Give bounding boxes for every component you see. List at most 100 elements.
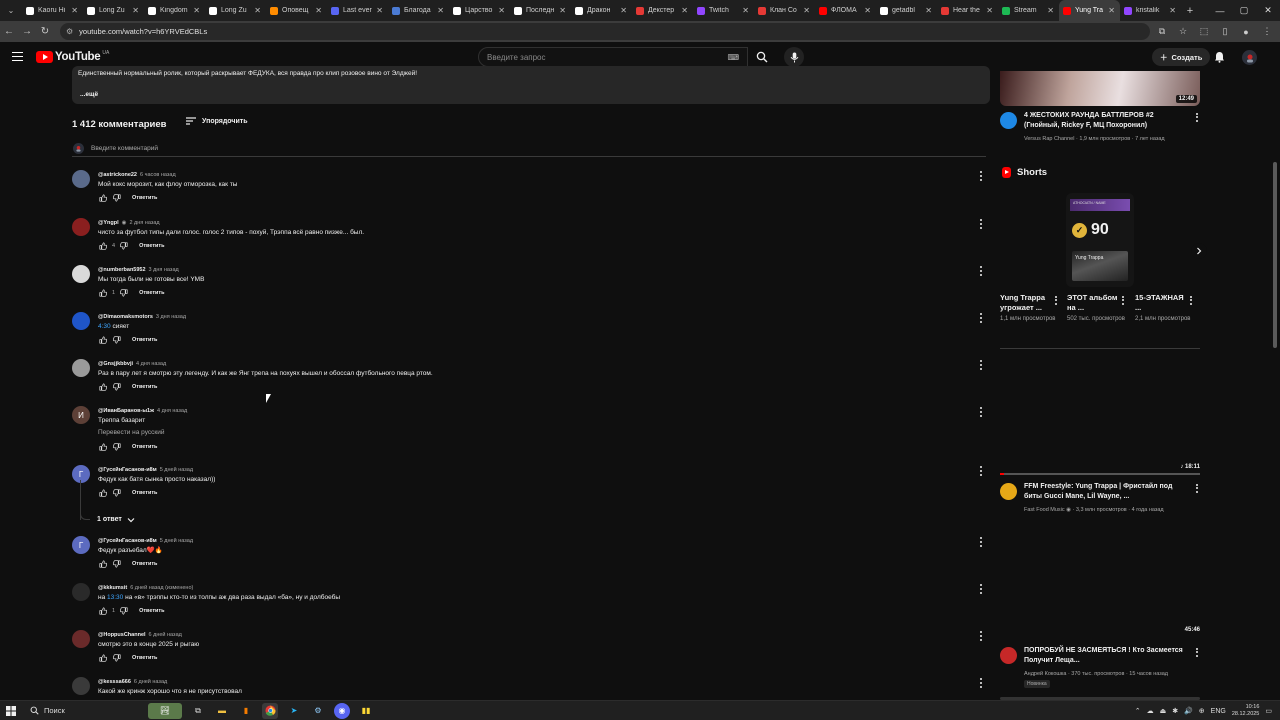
tab-close-icon[interactable]: ✕ [681,6,688,15]
hamburger-menu-icon[interactable] [12,52,23,61]
back-icon[interactable]: ← [0,21,18,42]
profile-icon[interactable]: ● [1237,27,1255,37]
network-icon[interactable]: ⊕ [1199,707,1205,715]
notification-center-icon[interactable]: ▭ [1265,707,1272,715]
comment-author[interactable]: @ГусейнГасанов-и8м [98,538,157,544]
taskbar-search[interactable]: Поиск [24,703,124,719]
like-icon[interactable] [98,193,108,203]
tab-close-icon[interactable]: ✕ [437,6,444,15]
commenter-avatar[interactable] [72,359,90,377]
commenter-avatar[interactable] [72,630,90,648]
bookmark-star-icon[interactable]: ☆ [1174,26,1192,37]
comment-author[interactable]: @numberban5952 [98,267,146,273]
short-item[interactable]: Yung Trappa угрожает ... 1,1 млн просмотр… [1000,293,1062,324]
comment-author[interactable]: @kesssa666 [98,679,131,685]
reply-button[interactable]: Ответить [132,337,157,343]
comment-menu-icon[interactable] [978,359,984,371]
dislike-icon[interactable] [112,559,122,569]
timestamp-link[interactable]: 13:30 [107,594,123,601]
new-tab-button[interactable]: + [1181,5,1199,17]
reply-button[interactable]: Ответить [132,384,157,390]
create-button[interactable]: ＋ Создать [1152,48,1211,66]
dislike-icon[interactable] [119,288,129,298]
comment-menu-icon[interactable] [978,170,984,182]
page-scrollbar[interactable] [1272,72,1278,700]
reply-button[interactable]: Ответить [132,655,157,661]
browser-tab[interactable]: getadbl ✕ [876,0,937,21]
tab-close-icon[interactable]: ✕ [803,6,810,15]
forward-icon[interactable]: → [18,21,36,42]
tray-overflow-icon[interactable]: ⌃ [1135,707,1141,715]
tab-close-icon[interactable]: ✕ [1047,6,1054,15]
browser-tab[interactable]: Last ever ✕ [327,0,388,21]
commenter-avatar[interactable] [72,312,90,330]
comment-menu-icon[interactable] [978,406,984,418]
short-title[interactable]: ЭТОТ альбом на ... [1067,293,1119,313]
commenter-avatar[interactable] [72,218,90,236]
browser-tab[interactable]: Декстер ✕ [632,0,693,21]
tab-close-icon[interactable]: ✕ [376,6,383,15]
browser-tab[interactable]: kristalik ✕ [1120,0,1181,21]
like-icon[interactable] [98,442,108,452]
file-explorer-icon[interactable]: ▬ [214,703,230,719]
tab-close-icon[interactable]: ✕ [742,6,749,15]
comment-menu-icon[interactable] [978,465,984,477]
add-comment-field[interactable]: Введите комментарий [72,141,986,157]
short-menu-icon[interactable] [1055,295,1059,306]
tab-close-icon[interactable]: ✕ [254,6,261,15]
dislike-icon[interactable] [112,335,122,345]
telegram-icon[interactable]: ➤ [286,703,302,719]
video-title[interactable]: ПОПРОБУЙ НЕ ЗАСМЕЯТЬСЯ ! Кто Засмеется П… [1024,646,1184,666]
browser-tab[interactable]: Клан Со ✕ [754,0,815,21]
like-icon[interactable] [98,288,108,298]
extensions-icon[interactable]: ⬚ [1195,26,1213,37]
browser-tab[interactable]: Hear the ✕ [937,0,998,21]
tab-close-icon[interactable]: ✕ [71,6,78,15]
short-thumbnail[interactable]: ATHOCIATN / NAME ✓ 90 Yung Trappa [1066,193,1134,287]
like-icon[interactable] [98,488,108,498]
video-description[interactable]: Единственный нормальный ролик, который р… [72,66,990,104]
video-menu-icon[interactable] [1195,112,1199,123]
tab-close-icon[interactable]: ✕ [925,6,932,15]
browser-tab[interactable]: Long Zu ✕ [83,0,144,21]
comment-menu-icon[interactable] [978,265,984,277]
comment-menu-icon[interactable] [978,218,984,230]
video-thumbnail-2[interactable]: ♪ 18:11 [1000,463,1200,475]
browser-tab[interactable]: Благода ✕ [388,0,449,21]
media-player-icon[interactable]: ▮▮ [358,703,374,719]
short-item[interactable]: ЭТОТ альбом на ... 502 тыс. просмотров [1067,293,1129,324]
dislike-icon[interactable] [112,442,122,452]
video-thumbnail-3[interactable]: 45:46 [1000,627,1200,637]
language-indicator[interactable]: ENG [1211,708,1226,715]
tab-close-icon[interactable]: ✕ [620,6,627,15]
reply-button[interactable]: Ответить [139,290,164,296]
browser-tab[interactable]: Kaoru Hi ✕ [22,0,83,21]
dislike-icon[interactable] [112,653,122,663]
short-title[interactable]: 15-ЭТАЖНАЯ ... [1135,293,1187,313]
dislike-icon[interactable] [112,193,122,203]
video-menu-icon[interactable] [1195,483,1199,494]
browser-tab[interactable]: Последн ✕ [510,0,571,21]
scrollbar-thumb[interactable] [1273,162,1277,348]
show-replies-button[interactable]: 1 ответ [97,516,135,523]
browser-tab[interactable]: ФЛОМА ✕ [815,0,876,21]
short-menu-icon[interactable] [1122,295,1126,306]
tab-close-icon[interactable]: ✕ [1108,6,1115,15]
comment-menu-icon[interactable] [978,630,984,642]
channel-avatar[interactable] [1000,112,1017,129]
browser-tab[interactable]: Дракон ✕ [571,0,632,21]
keyboard-icon[interactable]: ⌨ [727,53,739,62]
browser-tab[interactable]: Twitch ✕ [693,0,754,21]
tab-search-icon[interactable]: ⌄ [0,0,22,21]
browser-tab[interactable]: Long Zu ✕ [205,0,266,21]
discord-icon[interactable]: ◉ [334,702,350,719]
short-title[interactable]: Yung Trappa угрожает ... [1000,293,1052,313]
comment-author[interactable]: @ГусейнГасанов-и8м [98,467,157,473]
bluetooth-icon[interactable]: ✱ [1172,707,1178,715]
clock[interactable]: 10:16 28.12.2025 [1232,704,1260,718]
tab-close-icon[interactable]: ✕ [1169,6,1176,15]
volume-icon[interactable]: 🔊 [1184,707,1193,715]
tab-close-icon[interactable]: ✕ [986,6,993,15]
video-thumbnail-1[interactable]: 12:49 [1000,71,1200,106]
browser-menu-icon[interactable]: ⋮ [1258,26,1276,37]
